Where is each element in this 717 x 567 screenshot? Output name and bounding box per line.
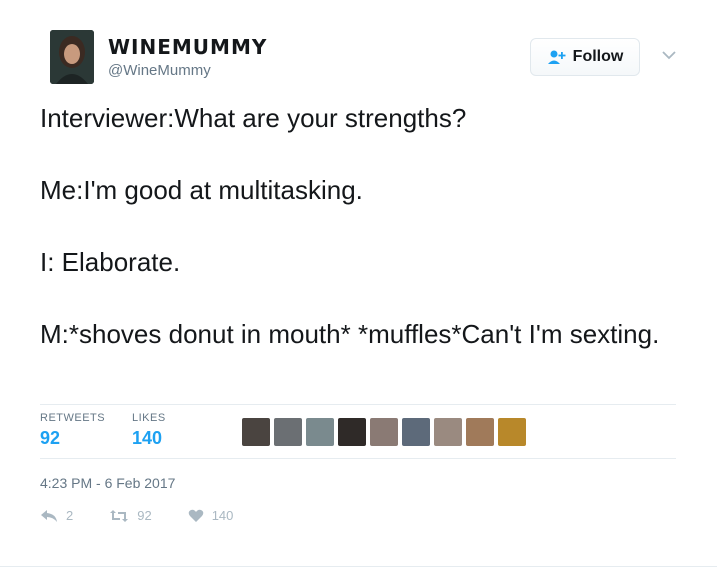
reply-button[interactable]: 2 (40, 508, 73, 523)
reply-icon (40, 509, 58, 523)
tweet-line: I: Elaborate. (40, 247, 181, 277)
tweet-line: M:*shoves donut in mouth* *muffles*Can't… (40, 319, 660, 349)
heart-icon (188, 509, 204, 523)
like-count: 140 (211, 508, 234, 523)
liker-avatar[interactable] (434, 418, 462, 446)
divider (40, 404, 676, 405)
liker-avatar[interactable] (370, 418, 398, 446)
tweet-card: WINEMUMMY @WineMummy Follow Interviewer:… (0, 0, 717, 567)
follow-person-icon (547, 49, 567, 65)
follow-button[interactable]: Follow (530, 38, 640, 76)
likes-label: LIKES (132, 412, 166, 424)
retweets-count: 92 (40, 428, 61, 448)
liker-avatar[interactable] (402, 418, 430, 446)
likes-count: 140 (132, 428, 163, 448)
tweet-text: Interviewer:What are your strengths? Me:… (40, 100, 680, 388)
liker-avatar[interactable] (466, 418, 494, 446)
tweet-line: Me:I'm good at multitasking. (40, 175, 363, 205)
retweet-count: 92 (137, 508, 152, 523)
avatar[interactable] (50, 30, 94, 84)
liker-avatar[interactable] (274, 418, 302, 446)
retweets-stat[interactable]: RETWEETS 92 (40, 412, 105, 449)
action-bar: 2 92 140 (40, 508, 269, 523)
reply-count: 2 (66, 508, 74, 523)
liker-avatar[interactable] (306, 418, 334, 446)
liker-avatar[interactable] (498, 418, 526, 446)
divider (40, 458, 676, 459)
tweet-line: Interviewer:What are your strengths? (40, 103, 467, 133)
display-name[interactable]: WINEMUMMY (108, 35, 267, 59)
follow-button-label: Follow (572, 48, 624, 65)
chevron-down-icon[interactable] (660, 48, 678, 62)
likes-stat[interactable]: LIKES 140 (132, 412, 166, 449)
like-button[interactable]: 140 (188, 508, 234, 523)
liker-avatar[interactable] (242, 418, 270, 446)
retweets-label: RETWEETS (40, 412, 106, 424)
liker-avatars (242, 418, 526, 446)
retweet-button[interactable]: 92 (109, 508, 152, 523)
screen-name[interactable]: @WineMummy (108, 62, 211, 79)
liker-avatar[interactable] (338, 418, 366, 446)
retweet-icon (109, 509, 129, 523)
timestamp[interactable]: 4:23 PM - 6 Feb 2017 (40, 475, 175, 491)
